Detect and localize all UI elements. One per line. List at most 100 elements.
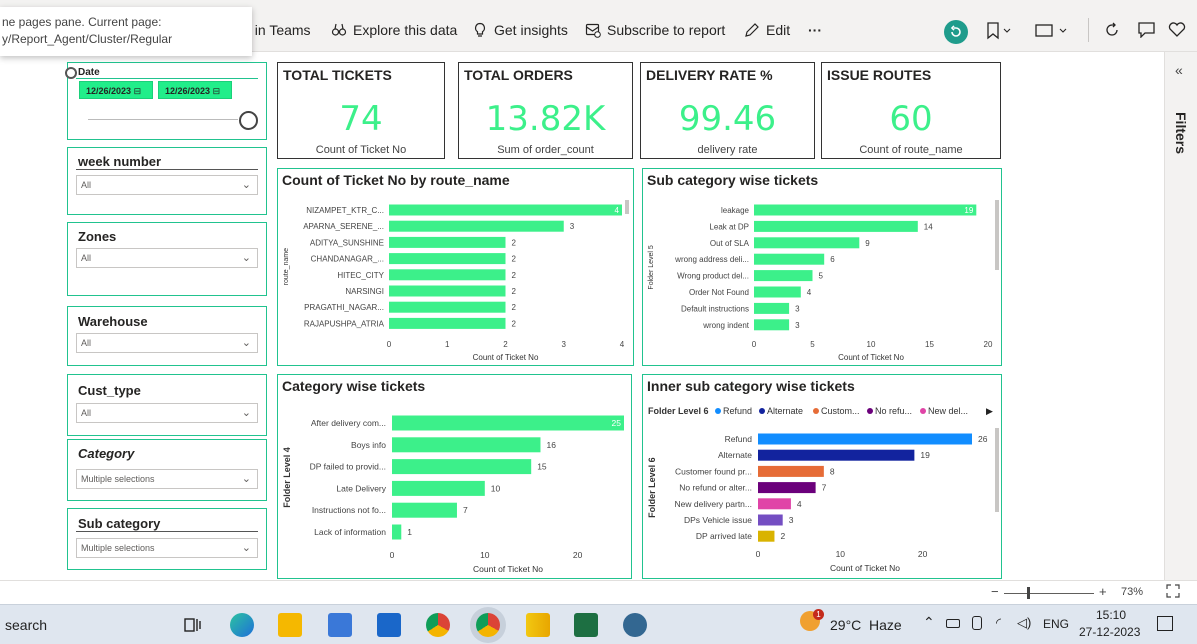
data-label: 6: [830, 255, 835, 264]
zones-slicer[interactable]: Zones All ⌄: [67, 222, 267, 296]
y-axis-label: Folder Level 4: [282, 447, 292, 508]
category-slicer[interactable]: Category Multiple selections ⌄: [67, 439, 267, 501]
cust-type-slicer[interactable]: Cust_type All ⌄: [67, 374, 267, 436]
zoom-level: 73%: [1121, 586, 1144, 598]
data-label: 7: [822, 483, 827, 493]
bar: [389, 285, 506, 297]
card-value: 99.46: [678, 99, 777, 139]
category-label: PRAGATHI_NAGAR...: [304, 303, 384, 312]
total-orders-card[interactable]: TOTAL ORDERS 13.82K Sum of order_count: [458, 62, 633, 159]
subscribe-icon: [585, 23, 601, 38]
category-label: Instructions not fo...: [312, 505, 386, 515]
week-dropdown[interactable]: All ⌄: [76, 175, 258, 195]
language-indicator[interactable]: ENG: [1043, 617, 1069, 631]
clock-date[interactable]: 27-12-2023: [1079, 625, 1140, 639]
cust-type-dropdown[interactable]: All ⌄: [76, 403, 258, 423]
zones-dropdown[interactable]: All ⌄: [76, 248, 258, 268]
chrome-profile-icon[interactable]: [476, 613, 500, 637]
binoculars-icon: [331, 23, 347, 36]
bar: [392, 437, 541, 453]
get-insights-button[interactable]: Get insights: [472, 22, 568, 38]
zoom-slider[interactable]: [1004, 593, 1094, 594]
week-number-slicer[interactable]: week number All ⌄: [67, 147, 267, 215]
explore-data-button[interactable]: Explore this data: [331, 22, 457, 38]
zoom-in-button[interactable]: +: [1099, 584, 1107, 599]
mail-icon[interactable]: [377, 613, 401, 637]
legend-title: Folder Level 6: [648, 406, 709, 416]
x-tick-label: 10: [836, 549, 846, 559]
edit-button[interactable]: Edit: [744, 22, 790, 38]
end-date-value: 12/26/2023: [165, 86, 211, 96]
filters-label[interactable]: Filters: [1173, 112, 1189, 154]
subscribe-button[interactable]: Subscribe to report: [585, 22, 725, 38]
power-bi-icon[interactable]: [526, 613, 550, 637]
battery-icon[interactable]: [946, 619, 960, 628]
show-hidden-icons-icon[interactable]: ⌃: [923, 614, 935, 631]
excel-icon[interactable]: [574, 613, 598, 637]
inner-sub-category-chart[interactable]: Inner sub category wise tickets Refund 26…: [642, 374, 1002, 579]
warehouse-slicer-title: Warehouse: [78, 314, 148, 329]
bookmark-icon[interactable]: [986, 22, 1014, 45]
end-date-input[interactable]: 12/26/2023 ⊟: [158, 81, 232, 99]
issue-routes-card[interactable]: ISSUE ROUTES 60 Count of route_name: [821, 62, 1001, 159]
microsoft-store-icon[interactable]: [328, 613, 352, 637]
meet-now-icon[interactable]: [972, 616, 982, 630]
category-slicer-title: Category: [78, 446, 135, 461]
sub-category-chart[interactable]: Sub category wise tickets leakage 19 Leak …: [642, 168, 1002, 366]
category-chart[interactable]: Category wise tickets After delivery com…: [277, 374, 632, 579]
task-view-icon[interactable]: [180, 613, 204, 637]
edge-browser-icon[interactable]: [230, 613, 254, 637]
weather-desc[interactable]: Haze: [869, 617, 902, 633]
warehouse-dropdown[interactable]: All ⌄: [76, 333, 258, 353]
zoom-slider-handle[interactable]: [1027, 587, 1030, 599]
data-label: 19: [964, 206, 973, 215]
bar: [758, 530, 775, 542]
start-date-input[interactable]: 12/26/2023 ⊟: [79, 81, 153, 99]
zones-value: All: [81, 253, 92, 263]
cust-type-slicer-title: Cust_type: [78, 383, 141, 398]
bar: [392, 415, 624, 431]
expand-filters-icon[interactable]: «: [1175, 62, 1183, 78]
category-label: NARSINGI: [345, 287, 384, 296]
file-explorer-icon[interactable]: [278, 613, 302, 637]
x-tick-label: 20: [918, 549, 928, 559]
weather-temp[interactable]: 29°C: [830, 617, 861, 633]
total-tickets-card[interactable]: TOTAL TICKETS 74 Count of Ticket No: [277, 62, 445, 159]
sub-category-slicer[interactable]: Sub category Multiple selections ⌄: [67, 508, 267, 570]
view-icon[interactable]: [1035, 23, 1075, 44]
scrollbar-thumb: [995, 200, 999, 270]
sub-category-dropdown[interactable]: Multiple selections ⌄: [76, 538, 258, 558]
wifi-icon[interactable]: ◜: [996, 615, 1001, 631]
category-dropdown[interactable]: Multiple selections ⌄: [76, 469, 258, 489]
lightbulb-icon: [474, 22, 486, 37]
reset-icon[interactable]: [1104, 22, 1120, 43]
more-options-button[interactable]: ···: [808, 22, 822, 38]
notifications-icon[interactable]: [1157, 616, 1173, 631]
warehouse-slicer[interactable]: Warehouse All ⌄: [67, 306, 267, 366]
date-range-handle[interactable]: [239, 111, 258, 130]
category-label: Lack of information: [314, 527, 386, 537]
route-name-chart[interactable]: Count of Ticket No by route_name NIZAMPE…: [277, 168, 634, 366]
chrome-icon[interactable]: [426, 613, 450, 637]
date-slicer[interactable]: Date 12/26/2023 ⊟ 12/26/2023 ⊟: [65, 62, 267, 140]
postgresql-icon[interactable]: [623, 613, 647, 637]
volume-icon[interactable]: ◁): [1017, 615, 1031, 631]
fit-page-icon[interactable]: [1166, 584, 1180, 603]
taskbar-search[interactable]: search: [5, 617, 47, 633]
refresh-status-icon[interactable]: [944, 20, 968, 44]
data-label: 8: [830, 466, 835, 476]
bar: [754, 204, 977, 216]
chevron-down-icon: ⌄: [241, 179, 251, 191]
zoom-out-button[interactable]: −: [991, 584, 999, 599]
delivery-rate-card[interactable]: DELIVERY RATE % 99.46 delivery rate: [640, 62, 815, 159]
data-label: 2: [512, 287, 517, 296]
chat-in-teams-button[interactable]: t in Teams: [247, 22, 311, 38]
comment-icon[interactable]: [1138, 22, 1156, 43]
favorite-icon[interactable]: [1168, 22, 1186, 43]
x-tick-label: 1: [445, 340, 450, 349]
x-axis-label: Count of Ticket No: [838, 353, 904, 362]
x-axis-label: Count of Ticket No: [830, 563, 900, 573]
clock-time[interactable]: 15:10: [1096, 608, 1126, 622]
data-label: 9: [865, 239, 870, 248]
data-label: 4: [807, 288, 812, 297]
